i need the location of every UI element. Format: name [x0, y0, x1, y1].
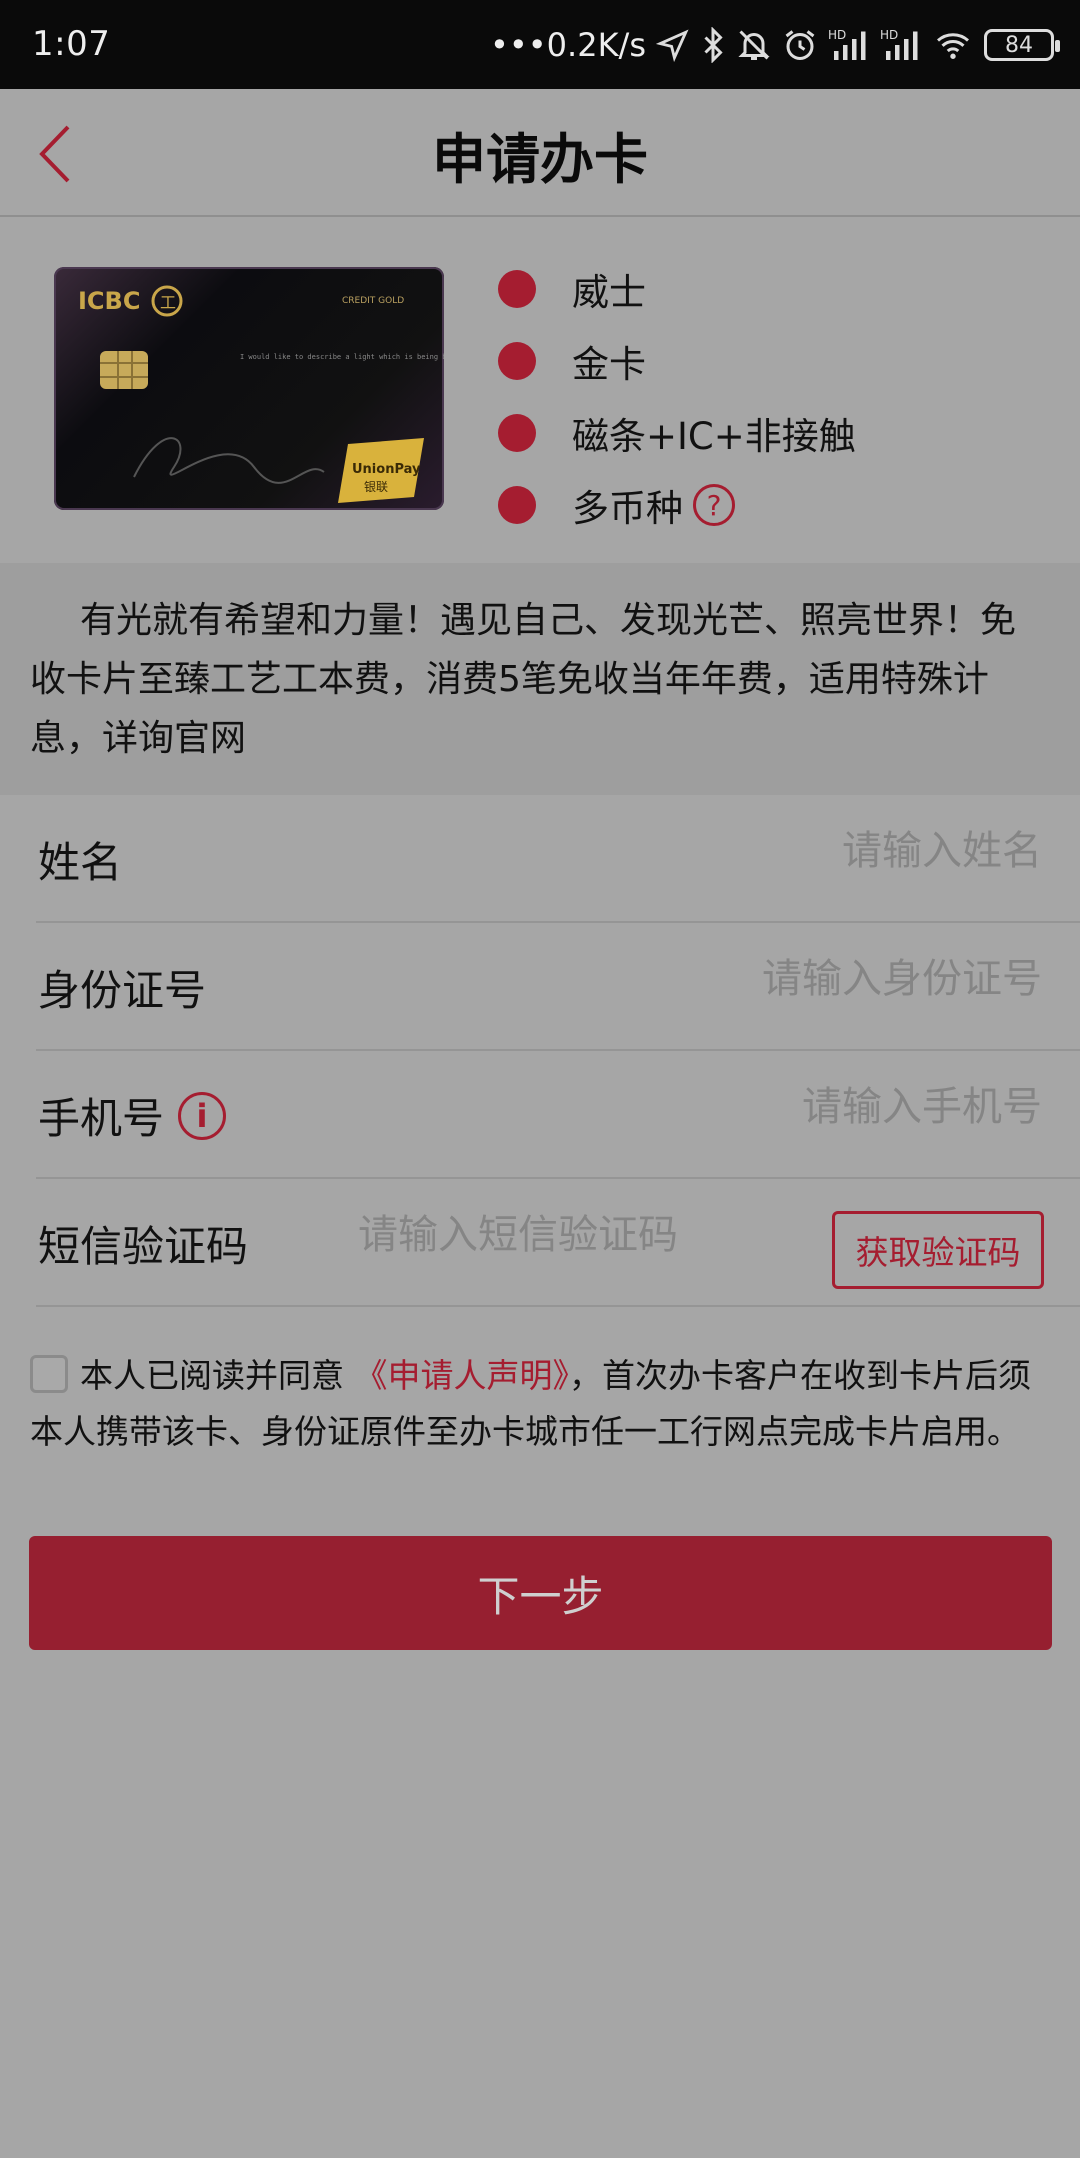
- card-description: 有光就有希望和力量！遇见自己、发现光芒、照亮世界！免收卡片至臻工艺工本费，消费5…: [0, 563, 1080, 795]
- card-artwork: ICBC 工 CREDIT GOLD I would like to descr…: [78, 285, 444, 503]
- phone-row: 手机号 i: [36, 1051, 1080, 1179]
- info-icon[interactable]: i: [178, 1091, 227, 1140]
- declaration-link[interactable]: 《申请人声明》: [355, 1356, 570, 1395]
- card-brand: ICBC: [78, 287, 140, 315]
- battery-icon: 84: [984, 29, 1060, 61]
- header: 申请办卡: [0, 89, 1080, 217]
- sms-row: 短信验证码 获取验证码: [36, 1179, 1080, 1307]
- svg-text:HD: HD: [880, 28, 898, 42]
- application-form: 姓名 身份证号 手机号 i 短信验证码 获取验证码: [0, 795, 1080, 1307]
- name-label: 姓名: [38, 838, 123, 887]
- phone-label-group: 手机号 i: [38, 1085, 227, 1146]
- bullet-dot-icon: [498, 270, 536, 308]
- card-info-section: ICBC 工 CREDIT GOLD I would like to descr…: [0, 217, 1080, 563]
- net-speed: •••0.2K/s: [490, 26, 646, 64]
- mute-icon: [738, 30, 770, 60]
- feature-item: 威士: [498, 253, 856, 325]
- card-features: 威士 金卡 磁条+IC+非接触 多币种?: [498, 253, 856, 541]
- name-input[interactable]: [582, 823, 1042, 879]
- svg-text:工: 工: [160, 293, 176, 312]
- wifi-icon: [937, 33, 969, 59]
- status-time: 1:07: [32, 24, 111, 64]
- card-message: I would like to describe a light which i…: [240, 353, 444, 361]
- help-icon[interactable]: ?: [693, 484, 735, 526]
- alarm-icon: [785, 30, 815, 60]
- feature-item: 多币种?: [498, 469, 856, 541]
- id-label: 身份证号: [38, 966, 207, 1015]
- bullet-dot-icon: [498, 342, 536, 380]
- sms-code-input[interactable]: [358, 1207, 788, 1263]
- id-row: 身份证号: [36, 923, 1080, 1051]
- phone-input[interactable]: [582, 1079, 1042, 1135]
- bluetooth-icon: [704, 27, 723, 63]
- get-code-button[interactable]: 获取验证码: [832, 1211, 1044, 1289]
- name-row: 姓名: [36, 795, 1080, 923]
- status-icons: •••0.2K/s HD HD 84: [490, 22, 1060, 68]
- sms-label: 短信验证码: [38, 1222, 249, 1271]
- signature-artwork: [133, 437, 325, 484]
- agreement: 本人已阅读并同意 《申请人声明》，首次办卡客户在收到卡片后须本人携带该卡、身份证…: [30, 1348, 1050, 1460]
- svg-text:UnionPay: UnionPay: [352, 462, 421, 477]
- agree-checkbox[interactable]: [30, 1355, 68, 1393]
- agreement-prefix: 本人已阅读并同意: [80, 1356, 344, 1395]
- signal-icon: HD: [828, 28, 866, 60]
- bullet-dot-icon: [498, 414, 536, 452]
- bullet-dot-icon: [498, 486, 536, 524]
- page-title: 申请办卡: [432, 128, 648, 191]
- next-button[interactable]: 下一步: [29, 1536, 1052, 1650]
- card-tier: CREDIT GOLD: [342, 296, 404, 306]
- status-bar: 1:07 •••0.2K/s HD HD 84: [0, 0, 1080, 89]
- phone-label: 手机号: [38, 1094, 165, 1143]
- feature-item: 磁条+IC+非接触: [498, 397, 856, 469]
- svg-text:银联: 银联: [364, 480, 388, 494]
- chip-icon: [100, 351, 148, 389]
- svg-text:HD: HD: [828, 28, 846, 42]
- signal-icon: HD: [880, 28, 918, 60]
- feature-item: 金卡: [498, 325, 856, 397]
- location-icon: [656, 29, 689, 62]
- card-image: ICBC 工 CREDIT GOLD I would like to descr…: [54, 267, 444, 510]
- id-number-input[interactable]: [582, 951, 1042, 1007]
